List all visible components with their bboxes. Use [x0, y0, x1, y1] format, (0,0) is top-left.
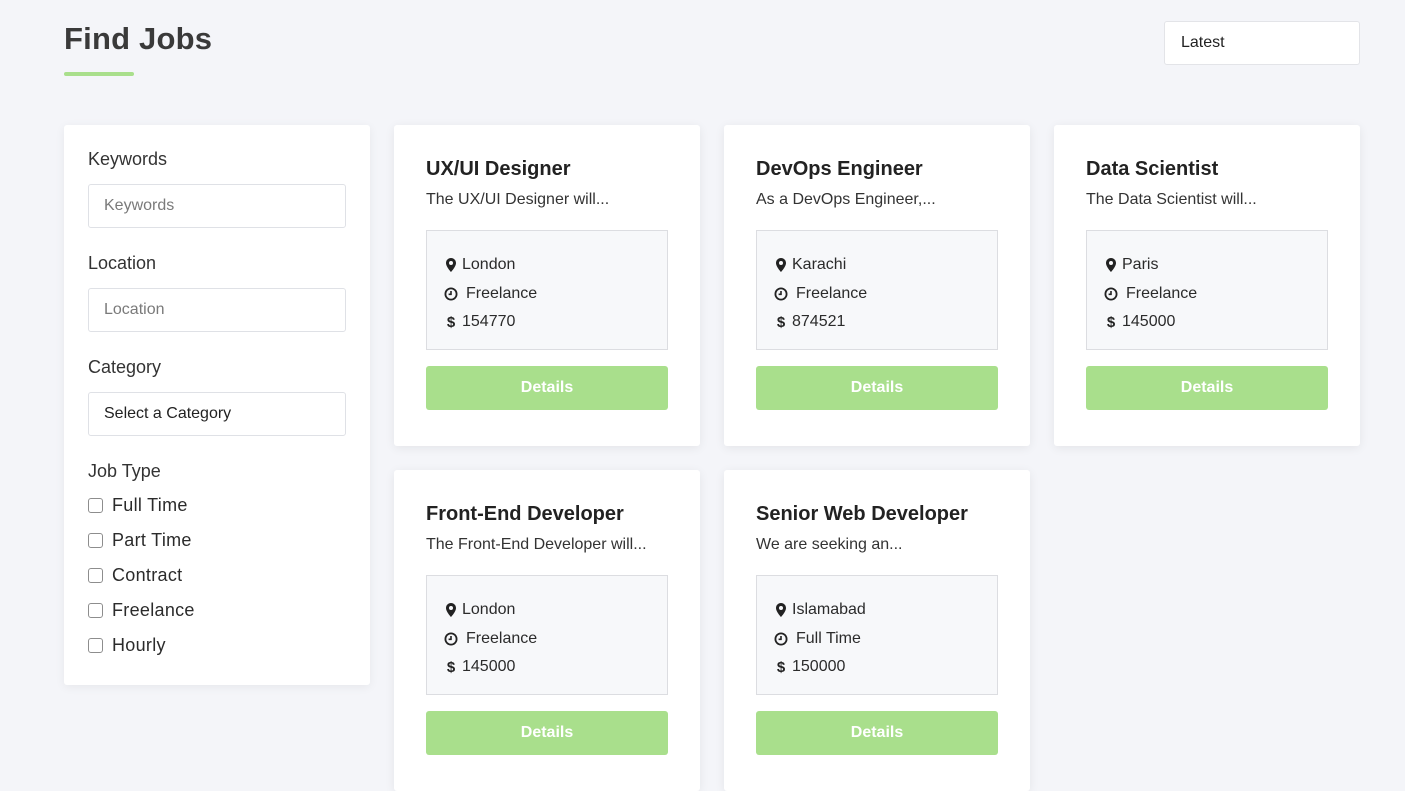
job-location-text: London — [462, 256, 516, 274]
job-type: Freelance — [441, 625, 653, 654]
job-meta: London Freelance $ 154770 — [426, 230, 668, 350]
dollar-icon: $ — [776, 313, 786, 331]
job-location: Islamabad — [771, 596, 983, 625]
job-meta: Islamabad Full Time $ 150000 — [756, 575, 998, 695]
checkbox-label: Hourly — [112, 635, 166, 655]
job-type-text: Freelance — [796, 284, 868, 302]
job-type-option[interactable]: Contract — [88, 558, 346, 593]
job-type-text: Freelance — [1126, 284, 1198, 302]
category-label: Category — [88, 357, 162, 377]
page-title: Find Jobs — [64, 21, 213, 56]
job-type: Freelance — [771, 280, 983, 309]
job-meta: Paris Freelance $ 145000 — [1086, 230, 1328, 350]
job-salary-text: 145000 — [462, 658, 516, 676]
job-title: Senior Web Developer — [756, 503, 968, 525]
job-location: Karachi — [771, 251, 983, 280]
job-meta: London Freelance $ 145000 — [426, 575, 668, 695]
dollar-icon: $ — [776, 658, 786, 676]
map-pin-icon — [441, 603, 461, 618]
job-card: Front-End Developer The Front-End Develo… — [394, 470, 700, 791]
dollar-icon: $ — [1106, 313, 1116, 331]
job-meta: Karachi Freelance $ 874521 — [756, 230, 998, 350]
job-type-text: Freelance — [466, 284, 538, 302]
job-type-option[interactable]: Part Time — [88, 523, 346, 558]
details-button[interactable]: Details — [756, 366, 998, 410]
job-salary-text: 874521 — [792, 313, 846, 331]
dollar-icon: $ — [446, 658, 456, 676]
job-type-text: Freelance — [466, 629, 538, 647]
checkbox[interactable] — [88, 568, 103, 583]
map-pin-icon — [1101, 258, 1121, 273]
sort-select[interactable]: Latest — [1164, 21, 1360, 65]
details-button[interactable]: Details — [1086, 366, 1328, 410]
job-salary: $ 145000 — [1101, 308, 1313, 337]
job-description: The Data Scientist will... — [1086, 191, 1257, 208]
job-salary-text: 154770 — [462, 313, 516, 331]
job-description: As a DevOps Engineer,... — [756, 191, 936, 208]
clock-icon — [771, 287, 791, 301]
job-salary-text: 145000 — [1122, 313, 1176, 331]
job-title: UX/UI Designer — [426, 158, 571, 180]
job-type-option[interactable]: Hourly — [88, 628, 346, 663]
job-salary: $ 150000 — [771, 653, 983, 682]
job-title: DevOps Engineer — [756, 158, 923, 180]
job-type-option[interactable]: Freelance — [88, 593, 346, 628]
job-location-text: Karachi — [792, 256, 847, 274]
job-type-label: Job Type — [88, 461, 161, 481]
job-type-text: Full Time — [796, 629, 861, 647]
job-card: DevOps Engineer As a DevOps Engineer,...… — [724, 125, 1030, 446]
job-location-text: London — [462, 601, 516, 619]
checkbox[interactable] — [88, 498, 103, 513]
job-card: Data Scientist The Data Scientist will..… — [1054, 125, 1360, 446]
keywords-label: Keywords — [88, 149, 168, 169]
filter-sidebar: Keywords Location Category Select a Cate… — [64, 125, 370, 685]
job-card: Senior Web Developer We are seeking an..… — [724, 470, 1030, 791]
checkbox[interactable] — [88, 603, 103, 618]
clock-icon — [771, 632, 791, 646]
job-salary: $ 145000 — [441, 653, 653, 682]
location-input[interactable] — [88, 288, 346, 332]
job-location: London — [441, 251, 653, 280]
checkbox-label: Full Time — [112, 495, 188, 515]
checkbox-label: Part Time — [112, 530, 192, 550]
job-type: Full Time — [771, 625, 983, 654]
details-button[interactable]: Details — [426, 711, 668, 755]
category-select[interactable]: Select a Category — [88, 392, 346, 436]
job-description: We are seeking an... — [756, 536, 903, 553]
checkbox-label: Contract — [112, 565, 183, 585]
checkbox[interactable] — [88, 638, 103, 653]
location-label: Location — [88, 253, 157, 273]
job-description: The Front-End Developer will... — [426, 536, 647, 553]
job-type: Freelance — [441, 280, 653, 309]
job-location: London — [441, 596, 653, 625]
clock-icon — [441, 287, 461, 301]
job-description: The UX/UI Designer will... — [426, 191, 610, 208]
job-salary: $ 154770 — [441, 308, 653, 337]
job-location-text: Islamabad — [792, 601, 866, 619]
job-location: Paris — [1101, 251, 1313, 280]
details-button[interactable]: Details — [426, 366, 668, 410]
job-card: UX/UI Designer The UX/UI Designer will..… — [394, 125, 700, 446]
checkbox-label: Freelance — [112, 600, 195, 620]
job-salary: $ 874521 — [771, 308, 983, 337]
clock-icon — [1101, 287, 1121, 301]
dollar-icon: $ — [446, 313, 456, 331]
clock-icon — [441, 632, 461, 646]
job-type-option[interactable]: Full Time — [88, 488, 346, 523]
checkbox[interactable] — [88, 533, 103, 548]
keywords-input[interactable] — [88, 184, 346, 228]
job-salary-text: 150000 — [792, 658, 846, 676]
job-type: Freelance — [1101, 280, 1313, 309]
map-pin-icon — [771, 258, 791, 273]
map-pin-icon — [441, 258, 461, 273]
details-button[interactable]: Details — [756, 711, 998, 755]
title-underline — [64, 72, 134, 76]
job-title: Front-End Developer — [426, 503, 624, 525]
map-pin-icon — [771, 603, 791, 618]
job-location-text: Paris — [1122, 256, 1159, 274]
job-title: Data Scientist — [1086, 158, 1219, 180]
